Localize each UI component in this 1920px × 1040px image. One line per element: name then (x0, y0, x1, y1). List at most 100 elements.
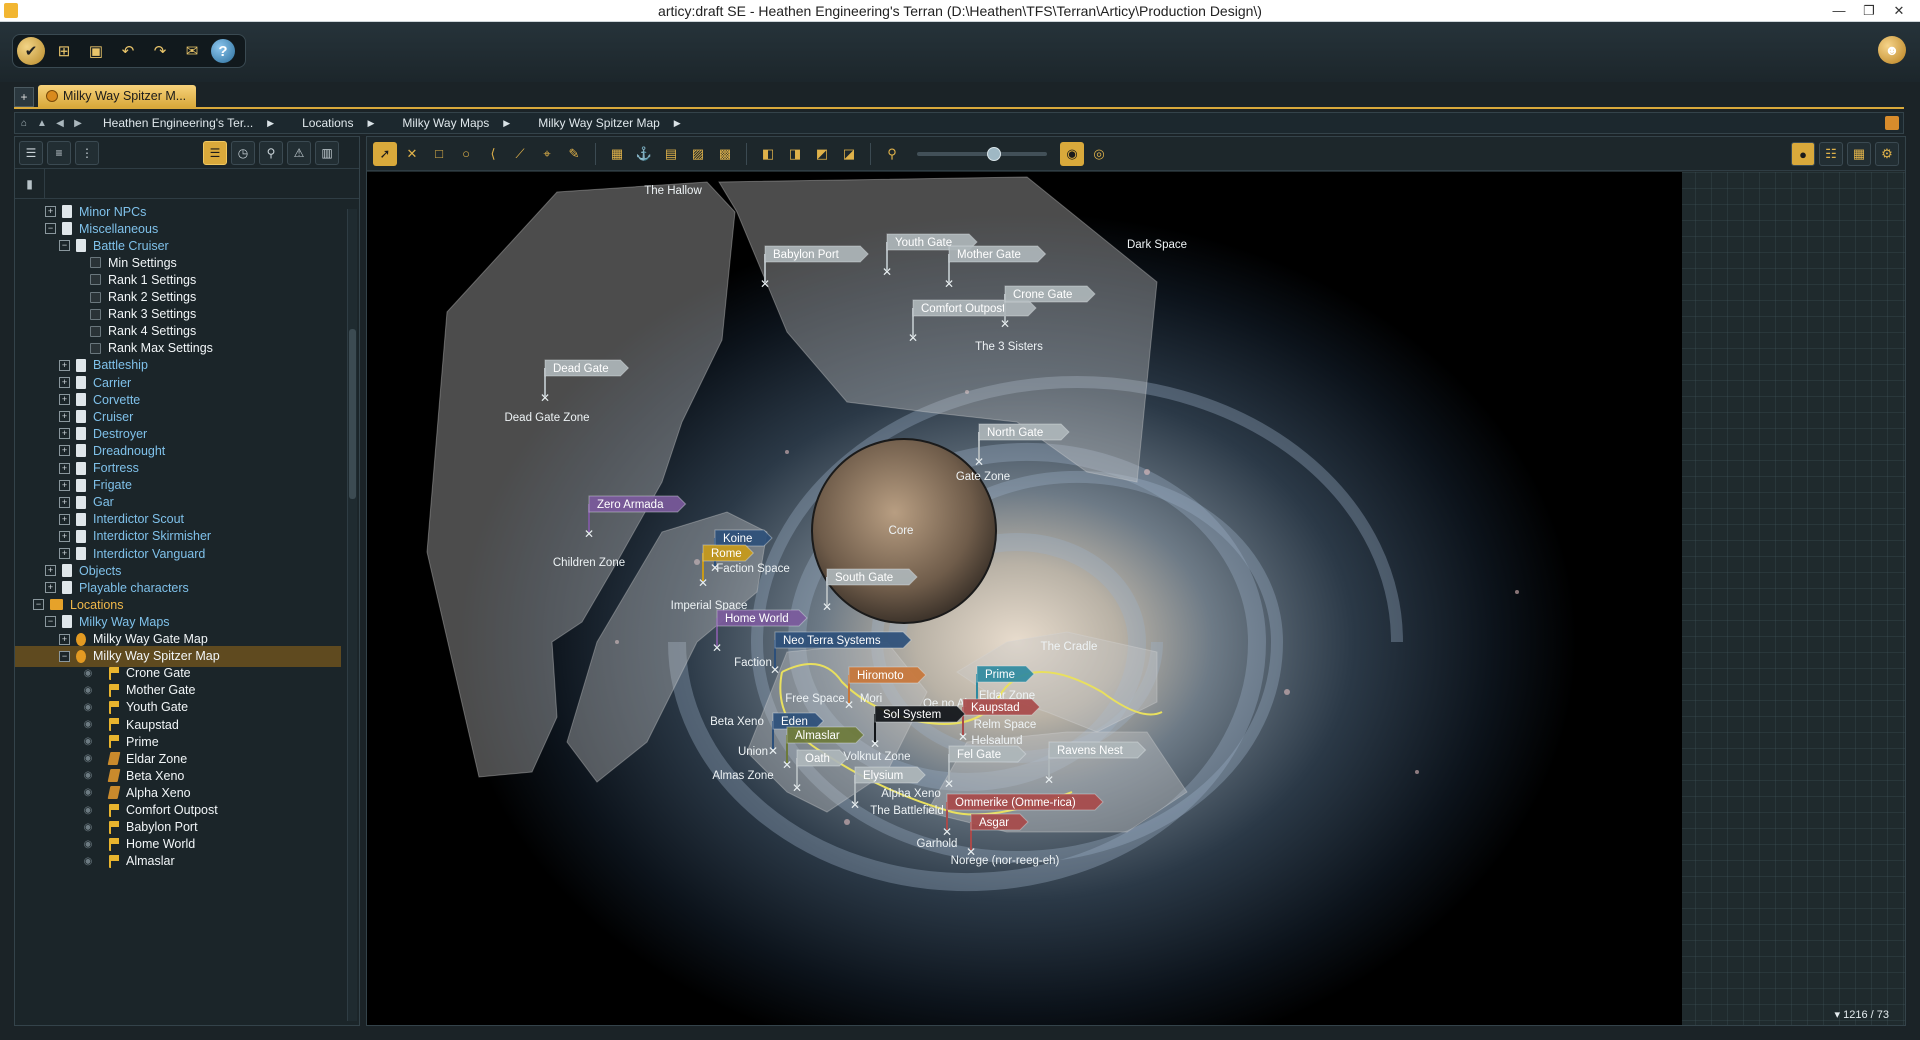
expand-all-icon[interactable]: ⋮ (75, 140, 99, 165)
background-image-icon[interactable]: ▩ (713, 142, 737, 166)
zone-label[interactable]: Beta Xeno (710, 716, 764, 728)
up-icon[interactable]: ▲ (33, 118, 51, 129)
expand-icon[interactable]: + (59, 462, 70, 474)
articy-menu-icon[interactable]: ✔ (17, 37, 45, 65)
eye-icon[interactable]: ◉ (81, 736, 95, 747)
send-back-icon[interactable]: ◪ (837, 142, 861, 166)
bookmark-icon[interactable]: ▮ (15, 168, 45, 199)
map-canvas[interactable]: The Hallow Dark Space Dead Gate Zone Childr… (367, 172, 1905, 1025)
expand-icon[interactable]: + (59, 394, 70, 406)
save-icon[interactable]: ▣ (83, 38, 109, 64)
expand-icon[interactable]: + (59, 428, 70, 440)
zone-label[interactable]: Volknut Zone (843, 751, 910, 763)
pin-icon[interactable]: ▥ (315, 140, 339, 165)
collapse-icon[interactable]: − (59, 650, 70, 662)
chevron-right-icon[interactable]: ▶ (674, 118, 681, 129)
search-icon[interactable]: ⚲ (259, 140, 283, 165)
expand-icon[interactable]: + (45, 206, 56, 217)
zone-label[interactable]: Union (738, 746, 768, 758)
chevron-right-icon[interactable]: ▶ (503, 118, 510, 129)
add-tab-button[interactable]: + (14, 87, 34, 107)
zone-label[interactable]: Mori (860, 693, 882, 705)
forward-icon[interactable]: ▶ (69, 118, 87, 129)
breadcrumb-item[interactable]: Milky Way Spitzer Map ▶ (522, 116, 693, 130)
expand-icon[interactable]: + (59, 513, 70, 525)
expand-icon[interactable]: + (59, 377, 70, 388)
expand-icon[interactable]: + (59, 359, 70, 371)
redo-icon[interactable]: ↷ (147, 38, 173, 64)
chevron-right-icon[interactable]: ▶ (267, 118, 274, 129)
back-icon[interactable]: ◀ (51, 118, 69, 129)
collapse-icon[interactable]: − (59, 240, 70, 252)
eye-icon[interactable]: ◉ (81, 668, 95, 679)
bring-forward-icon[interactable]: ◨ (783, 142, 807, 166)
eye-icon[interactable]: ◉ (81, 856, 95, 867)
eye-icon[interactable]: ◉ (81, 805, 95, 816)
zone-label[interactable]: Almas Zone (712, 770, 773, 782)
anchor-icon[interactable]: ⚓ (632, 142, 656, 166)
align-icon[interactable]: ▤ (659, 142, 683, 166)
zone-label[interactable]: The Hallow (644, 185, 702, 197)
breadcrumb-item[interactable]: Locations ▶ (286, 116, 386, 130)
expand-icon[interactable]: + (59, 411, 70, 423)
link-tool-icon[interactable]: ⟋ (508, 142, 532, 166)
chevron-right-icon[interactable]: ▶ (367, 118, 374, 129)
zone-label[interactable]: Faction (734, 657, 772, 669)
collapse-icon[interactable]: − (33, 599, 44, 611)
expand-icon[interactable]: + (45, 565, 56, 577)
warning-icon[interactable]: ⚠ (287, 140, 311, 165)
expand-icon[interactable]: + (59, 548, 70, 559)
zone-label[interactable]: Core (889, 525, 914, 537)
zone-label[interactable]: Free Space (785, 693, 844, 705)
zone-label[interactable]: Faction Space (716, 563, 790, 575)
account-icon[interactable]: ☻ (1878, 36, 1906, 64)
restore-icon[interactable]: ❐ (1854, 0, 1884, 22)
zoom-icon[interactable]: ⚲ (880, 142, 904, 166)
eye-icon[interactable]: ◉ (81, 685, 95, 696)
zone-label[interactable]: Children Zone (553, 557, 625, 569)
text-tool-icon[interactable]: ✎ (562, 142, 586, 166)
new-icon[interactable]: ⊞ (51, 38, 77, 64)
expand-icon[interactable]: + (59, 530, 70, 542)
home-icon[interactable]: ⌂ (15, 118, 33, 129)
eye-icon[interactable]: ◉ (81, 839, 95, 850)
breadcrumb-item[interactable]: Milky Way Maps ▶ (386, 116, 522, 130)
eye-icon[interactable]: ◉ (81, 822, 95, 833)
expand-icon[interactable]: + (59, 445, 70, 457)
expand-icon[interactable]: + (59, 479, 70, 491)
polygon-tool-icon[interactable]: ⟨ (481, 142, 505, 166)
properties-icon[interactable]: ⚙ (1875, 142, 1899, 166)
preview-icon[interactable]: ◎ (1087, 142, 1111, 166)
select-tool-icon[interactable]: ➚ (373, 141, 397, 166)
spot-tool-icon[interactable]: ⌖ (535, 142, 559, 166)
rectangle-tool-icon[interactable]: □ (427, 142, 451, 166)
zone-label[interactable]: Gate Zone (956, 471, 1010, 483)
layer-icon[interactable]: ▦ (605, 142, 629, 166)
close-icon[interactable]: ✕ (1884, 0, 1914, 22)
zone-label[interactable]: The Battlefield (870, 805, 944, 817)
zone-label[interactable]: Alpha Xeno (881, 788, 940, 800)
collapse-icon[interactable]: − (45, 223, 56, 235)
eye-icon[interactable]: ◉ (81, 770, 95, 781)
list-view-icon[interactable]: ≡ (47, 140, 71, 165)
zone-label[interactable]: Dark Space (1127, 239, 1187, 251)
zone-label[interactable]: Dead Gate Zone (504, 412, 589, 424)
scrollbar-thumb[interactable] (349, 329, 356, 499)
zone-label[interactable]: Helsalund (971, 735, 1022, 747)
breadcrumb-item[interactable]: Heathen Engineering's Ter... ▶ (87, 116, 286, 130)
eye-icon[interactable]: ◉ (81, 753, 95, 764)
feed-icon[interactable] (1885, 116, 1899, 130)
inbox-icon[interactable]: ✉ (179, 38, 205, 64)
collapse-icon[interactable]: − (45, 616, 56, 628)
zoom-slider-knob[interactable] (987, 146, 1001, 161)
tab-milky-way-spitzer-map[interactable]: Milky Way Spitzer M... (38, 85, 197, 107)
tree-scrollbar[interactable] (347, 209, 357, 1021)
circle-tool-icon[interactable]: ○ (454, 142, 478, 166)
path-tool-icon[interactable]: ✕ (400, 142, 424, 166)
visibility-icon[interactable]: ◉ (1060, 141, 1084, 166)
zone-label[interactable]: The Cradle (1041, 641, 1098, 653)
galaxy-map[interactable]: The Hallow Dark Space Dead Gate Zone Childr… (367, 172, 1682, 1025)
eye-icon[interactable]: ◉ (81, 787, 95, 798)
zone-label[interactable]: Relm Space (974, 719, 1037, 731)
help-icon[interactable]: ? (211, 39, 235, 63)
